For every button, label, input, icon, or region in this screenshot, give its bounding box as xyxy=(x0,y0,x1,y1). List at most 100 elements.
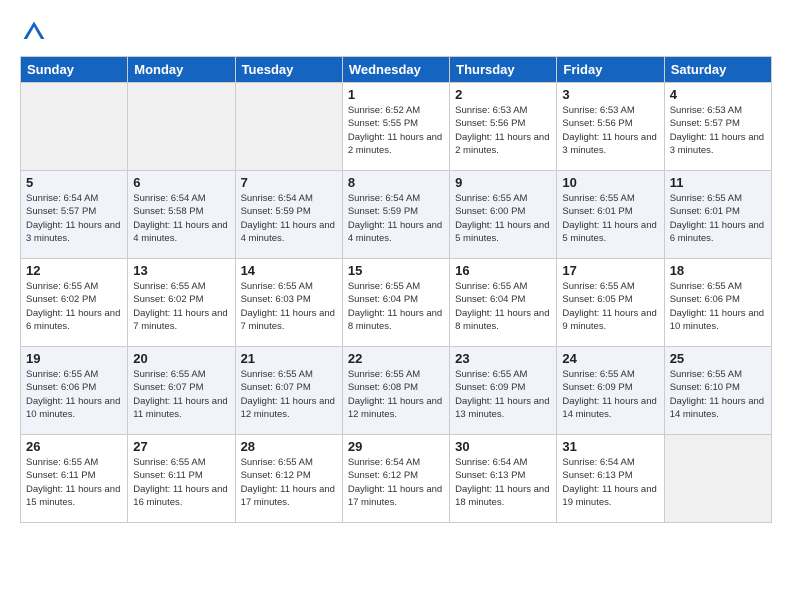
day-number: 24 xyxy=(562,351,658,366)
week-row-4: 26 Sunrise: 6:55 AM Sunset: 6:11 PM Dayli… xyxy=(21,435,772,523)
calendar-cell: 10 Sunrise: 6:55 AM Sunset: 6:01 PM Dayli… xyxy=(557,171,664,259)
calendar-cell xyxy=(664,435,771,523)
day-info: Sunrise: 6:54 AM Sunset: 5:59 PM Dayligh… xyxy=(241,192,337,245)
day-info: Sunrise: 6:55 AM Sunset: 6:05 PM Dayligh… xyxy=(562,280,658,333)
day-info: Sunrise: 6:55 AM Sunset: 6:02 PM Dayligh… xyxy=(26,280,122,333)
day-info: Sunrise: 6:55 AM Sunset: 6:12 PM Dayligh… xyxy=(241,456,337,509)
calendar-cell: 7 Sunrise: 6:54 AM Sunset: 5:59 PM Daylig… xyxy=(235,171,342,259)
calendar-cell xyxy=(128,83,235,171)
calendar-cell: 26 Sunrise: 6:55 AM Sunset: 6:11 PM Dayli… xyxy=(21,435,128,523)
week-row-0: 1 Sunrise: 6:52 AM Sunset: 5:55 PM Daylig… xyxy=(21,83,772,171)
day-info: Sunrise: 6:55 AM Sunset: 6:01 PM Dayligh… xyxy=(670,192,766,245)
day-number: 7 xyxy=(241,175,337,190)
day-info: Sunrise: 6:54 AM Sunset: 5:57 PM Dayligh… xyxy=(26,192,122,245)
day-info: Sunrise: 6:55 AM Sunset: 6:11 PM Dayligh… xyxy=(133,456,229,509)
calendar-cell: 1 Sunrise: 6:52 AM Sunset: 5:55 PM Daylig… xyxy=(342,83,449,171)
weekday-header-monday: Monday xyxy=(128,57,235,83)
calendar-cell: 2 Sunrise: 6:53 AM Sunset: 5:56 PM Daylig… xyxy=(450,83,557,171)
day-info: Sunrise: 6:55 AM Sunset: 6:07 PM Dayligh… xyxy=(241,368,337,421)
day-number: 17 xyxy=(562,263,658,278)
day-number: 26 xyxy=(26,439,122,454)
calendar-cell: 24 Sunrise: 6:55 AM Sunset: 6:09 PM Dayli… xyxy=(557,347,664,435)
day-info: Sunrise: 6:55 AM Sunset: 6:06 PM Dayligh… xyxy=(670,280,766,333)
weekday-header-saturday: Saturday xyxy=(664,57,771,83)
calendar-cell: 5 Sunrise: 6:54 AM Sunset: 5:57 PM Daylig… xyxy=(21,171,128,259)
day-info: Sunrise: 6:54 AM Sunset: 6:13 PM Dayligh… xyxy=(455,456,551,509)
day-info: Sunrise: 6:52 AM Sunset: 5:55 PM Dayligh… xyxy=(348,104,444,157)
day-number: 29 xyxy=(348,439,444,454)
day-number: 16 xyxy=(455,263,551,278)
weekday-header-tuesday: Tuesday xyxy=(235,57,342,83)
day-info: Sunrise: 6:54 AM Sunset: 6:12 PM Dayligh… xyxy=(348,456,444,509)
day-number: 18 xyxy=(670,263,766,278)
day-info: Sunrise: 6:55 AM Sunset: 6:04 PM Dayligh… xyxy=(348,280,444,333)
calendar-cell: 8 Sunrise: 6:54 AM Sunset: 5:59 PM Daylig… xyxy=(342,171,449,259)
day-info: Sunrise: 6:55 AM Sunset: 6:09 PM Dayligh… xyxy=(455,368,551,421)
day-info: Sunrise: 6:55 AM Sunset: 6:11 PM Dayligh… xyxy=(26,456,122,509)
week-row-3: 19Sunrise: 6:55 AM Sunset: 6:06 PM Dayli… xyxy=(21,347,772,435)
day-info: Sunrise: 6:55 AM Sunset: 6:04 PM Dayligh… xyxy=(455,280,551,333)
day-number: 19 xyxy=(26,351,122,366)
calendar-cell: 19Sunrise: 6:55 AM Sunset: 6:06 PM Dayli… xyxy=(21,347,128,435)
day-number: 20 xyxy=(133,351,229,366)
calendar-cell: 20 Sunrise: 6:55 AM Sunset: 6:07 PM Dayli… xyxy=(128,347,235,435)
day-info: Sunrise: 6:55 AM Sunset: 6:03 PM Dayligh… xyxy=(241,280,337,333)
day-number: 8 xyxy=(348,175,444,190)
calendar-cell: 11Sunrise: 6:55 AM Sunset: 6:01 PM Dayli… xyxy=(664,171,771,259)
day-info: Sunrise: 6:55 AM Sunset: 6:10 PM Dayligh… xyxy=(670,368,766,421)
day-info: Sunrise: 6:55 AM Sunset: 6:00 PM Dayligh… xyxy=(455,192,551,245)
week-row-1: 5 Sunrise: 6:54 AM Sunset: 5:57 PM Daylig… xyxy=(21,171,772,259)
day-info: Sunrise: 6:55 AM Sunset: 6:07 PM Dayligh… xyxy=(133,368,229,421)
calendar-cell: 30Sunrise: 6:54 AM Sunset: 6:13 PM Dayli… xyxy=(450,435,557,523)
day-info: Sunrise: 6:53 AM Sunset: 5:56 PM Dayligh… xyxy=(455,104,551,157)
calendar-cell: 22Sunrise: 6:55 AM Sunset: 6:08 PM Dayli… xyxy=(342,347,449,435)
day-info: Sunrise: 6:54 AM Sunset: 5:59 PM Dayligh… xyxy=(348,192,444,245)
day-number: 28 xyxy=(241,439,337,454)
calendar-cell: 31 Sunrise: 6:54 AM Sunset: 6:13 PM Dayli… xyxy=(557,435,664,523)
day-number: 25 xyxy=(670,351,766,366)
day-number: 13 xyxy=(133,263,229,278)
calendar-cell: 12Sunrise: 6:55 AM Sunset: 6:02 PM Dayli… xyxy=(21,259,128,347)
calendar-cell: 3 Sunrise: 6:53 AM Sunset: 5:56 PM Daylig… xyxy=(557,83,664,171)
weekday-header-thursday: Thursday xyxy=(450,57,557,83)
day-number: 1 xyxy=(348,87,444,102)
day-number: 27 xyxy=(133,439,229,454)
calendar-cell: 4 Sunrise: 6:53 AM Sunset: 5:57 PM Daylig… xyxy=(664,83,771,171)
weekday-header-row: SundayMondayTuesdayWednesdayThursdayFrid… xyxy=(21,57,772,83)
weekday-header-sunday: Sunday xyxy=(21,57,128,83)
day-number: 31 xyxy=(562,439,658,454)
calendar-cell: 15 Sunrise: 6:55 AM Sunset: 6:04 PM Dayli… xyxy=(342,259,449,347)
week-row-2: 12Sunrise: 6:55 AM Sunset: 6:02 PM Dayli… xyxy=(21,259,772,347)
day-number: 22 xyxy=(348,351,444,366)
day-number: 10 xyxy=(562,175,658,190)
logo-icon xyxy=(20,18,48,46)
day-info: Sunrise: 6:55 AM Sunset: 6:01 PM Dayligh… xyxy=(562,192,658,245)
day-number: 3 xyxy=(562,87,658,102)
header xyxy=(20,18,772,46)
calendar-cell: 29 Sunrise: 6:54 AM Sunset: 6:12 PM Dayli… xyxy=(342,435,449,523)
calendar: SundayMondayTuesdayWednesdayThursdayFrid… xyxy=(20,56,772,523)
calendar-cell: 18 Sunrise: 6:55 AM Sunset: 6:06 PM Dayli… xyxy=(664,259,771,347)
day-number: 15 xyxy=(348,263,444,278)
calendar-cell xyxy=(235,83,342,171)
day-number: 6 xyxy=(133,175,229,190)
day-info: Sunrise: 6:53 AM Sunset: 5:57 PM Dayligh… xyxy=(670,104,766,157)
day-info: Sunrise: 6:53 AM Sunset: 5:56 PM Dayligh… xyxy=(562,104,658,157)
day-info: Sunrise: 6:54 AM Sunset: 6:13 PM Dayligh… xyxy=(562,456,658,509)
weekday-header-wednesday: Wednesday xyxy=(342,57,449,83)
day-number: 2 xyxy=(455,87,551,102)
calendar-cell: 27 Sunrise: 6:55 AM Sunset: 6:11 PM Dayli… xyxy=(128,435,235,523)
day-info: Sunrise: 6:55 AM Sunset: 6:09 PM Dayligh… xyxy=(562,368,658,421)
day-number: 5 xyxy=(26,175,122,190)
calendar-cell: 16 Sunrise: 6:55 AM Sunset: 6:04 PM Dayli… xyxy=(450,259,557,347)
calendar-cell: 9Sunrise: 6:55 AM Sunset: 6:00 PM Daylig… xyxy=(450,171,557,259)
day-number: 4 xyxy=(670,87,766,102)
page: SundayMondayTuesdayWednesdayThursdayFrid… xyxy=(0,0,792,612)
calendar-cell: 14 Sunrise: 6:55 AM Sunset: 6:03 PM Dayli… xyxy=(235,259,342,347)
calendar-cell xyxy=(21,83,128,171)
calendar-cell: 25 Sunrise: 6:55 AM Sunset: 6:10 PM Dayli… xyxy=(664,347,771,435)
calendar-cell: 6Sunrise: 6:54 AM Sunset: 5:58 PM Daylig… xyxy=(128,171,235,259)
day-number: 14 xyxy=(241,263,337,278)
weekday-header-friday: Friday xyxy=(557,57,664,83)
calendar-cell: 28 Sunrise: 6:55 AM Sunset: 6:12 PM Dayli… xyxy=(235,435,342,523)
